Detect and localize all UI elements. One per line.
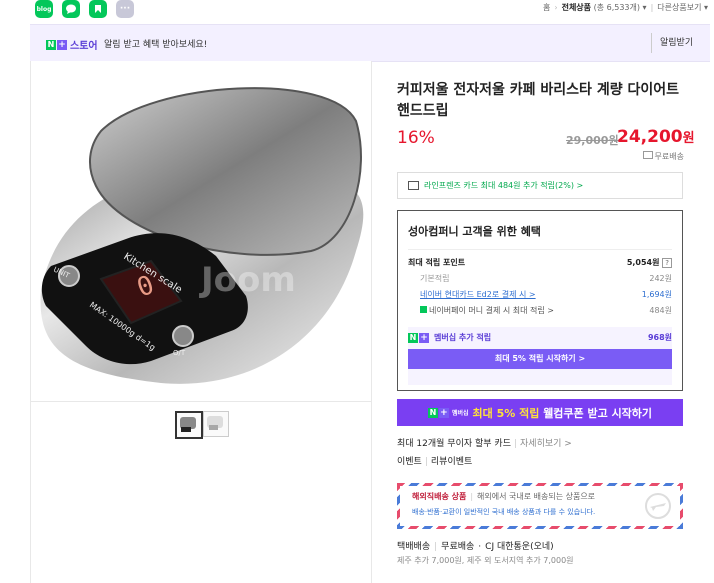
membership-badge: 멤버십 bbox=[451, 410, 469, 417]
points-row-value: 1,694원 bbox=[641, 290, 672, 299]
thumbnail-2[interactable] bbox=[203, 411, 229, 437]
blog-share-icon[interactable]: blog bbox=[35, 0, 53, 18]
delivery-carrier: CJ 대한통운(오네) bbox=[485, 542, 554, 552]
product-title: 커피저울 전자저울 카페 바리스타 계량 다이어트 핸드드립 bbox=[397, 82, 679, 119]
npay-icon bbox=[420, 306, 427, 313]
notify-message: 알림 받고 혜택 받아보세요! bbox=[104, 40, 208, 50]
n-logo-icon: N bbox=[46, 39, 56, 50]
benefit-divider bbox=[408, 249, 672, 250]
plus-logo-icon: + bbox=[438, 407, 449, 418]
benefit-header: 성아컴퍼니 고객을 위한 혜택 bbox=[408, 225, 541, 238]
overseas-shipping-notice: 해외직배송 상품 | 해외에서 국내로 배송되는 상품으로 배송·반품·교환이 일반… bbox=[397, 483, 683, 529]
n-logo-icon: N bbox=[427, 407, 438, 418]
membership-row: N + 멤버십 추가 적립 968원 bbox=[408, 332, 672, 343]
points-row-link[interactable]: 네이버 현대카드 Ed2로 결제 시 > bbox=[408, 289, 536, 300]
product-main-image[interactable]: 0 Kitchen scale MAX: 10000g d=1g UNIT O/… bbox=[30, 61, 372, 401]
original-price: 29,000원 bbox=[566, 134, 619, 147]
shipping-label: 무료배송 bbox=[654, 152, 684, 161]
pay-money-row-label[interactable]: 네이버페이 머니 결제 시 최대 적립 > bbox=[408, 305, 554, 316]
thumbnail-strip bbox=[30, 401, 372, 447]
top-bar: blog ··· 홈 › 전체상품 (총 6,533개) ▾ | 다른상품보기 ▾ bbox=[0, 0, 714, 22]
card-icon bbox=[408, 181, 419, 190]
overseas-text-1: 해외에서 국내로 배송되는 상품으로 bbox=[477, 492, 596, 501]
points-row[interactable]: 네이버페이 머니 결제 시 최대 적립 > 484원 bbox=[408, 305, 672, 316]
delivery-extra: 제주 추가 7,000원, 제주 외 도서지역 추가 7,000원 bbox=[397, 556, 574, 565]
store-logo-text: 스토어 bbox=[70, 41, 98, 52]
more-label: ··· bbox=[119, 4, 131, 14]
n-logo-icon: N bbox=[408, 332, 418, 343]
talk-share-icon[interactable] bbox=[62, 0, 80, 18]
plus-logo-icon: + bbox=[419, 332, 429, 343]
tare-button-icon bbox=[172, 325, 194, 347]
scale-thumbnail-icon bbox=[180, 417, 196, 432]
image-watermark: Joom bbox=[199, 260, 296, 300]
other-products-link[interactable]: 다른상품보기 bbox=[657, 3, 701, 12]
overseas-line-2: 배송·반품·교환이 일반적인 국내 배송 상품과 다를 수 있습니다. bbox=[412, 508, 596, 516]
card-benefit-link[interactable]: 라인프렌즈 카드 최대 484원 추가 적립(2%) > bbox=[397, 172, 683, 199]
more-share-icon[interactable]: ··· bbox=[116, 0, 134, 18]
delivery-type: 택배배송 bbox=[397, 542, 431, 552]
naver-plus-store-logo: N + 스토어 bbox=[46, 37, 98, 52]
membership-join-banner[interactable]: N + 멤버십 최대 5% 적립 웰컴쿠폰 받고 시작하기 bbox=[397, 399, 683, 426]
delivery-row: 택배배송 | 무료배송 · CJ 대한통운(오네) bbox=[397, 542, 554, 552]
installment-row: 최대 12개월 무이자 할부 카드 | 자세히보기 > bbox=[397, 439, 572, 449]
breadcrumb-home[interactable]: 홈 bbox=[543, 3, 550, 12]
plus-logo-icon: + bbox=[57, 39, 67, 50]
notify-subscribe-button[interactable]: 알림받기 bbox=[651, 33, 710, 53]
max-points-row: 최대 적립 포인트 5,054원 ? bbox=[408, 257, 672, 268]
store-notify-banner: N + 스토어 알림 받고 혜택 받아보세요! 알림받기 bbox=[30, 24, 710, 62]
band-share-icon[interactable] bbox=[89, 0, 107, 18]
membership-value: 968원 bbox=[647, 333, 672, 342]
event-link[interactable]: 이벤트 bbox=[397, 457, 422, 467]
overseas-label: 해외직배송 상품 bbox=[412, 492, 467, 501]
sale-price-unit: 원 bbox=[682, 131, 695, 146]
breadcrumb-category[interactable]: 전체상품 bbox=[562, 3, 591, 12]
customer-benefit-box: 성아컴퍼니 고객을 위한 혜택 최대 적립 포인트 5,054원 ? 기본적립 … bbox=[397, 210, 683, 391]
blog-share-label: blog bbox=[36, 5, 52, 13]
join-highlight: 최대 5% 적립 bbox=[472, 406, 540, 420]
membership-start-button[interactable]: 최대 5% 적립 시작하기 > bbox=[408, 349, 672, 369]
help-icon[interactable]: ? bbox=[662, 258, 672, 268]
airplane-stamp-icon bbox=[645, 493, 671, 519]
thumbnail-1[interactable] bbox=[175, 411, 203, 439]
pay-money-text: 네이버페이 머니 결제 시 최대 적립 > bbox=[429, 306, 554, 315]
delivery-fee: 무료배송 bbox=[441, 542, 475, 552]
card-benefit-text: 라인프렌즈 카드 최대 484원 추가 적립(2%) > bbox=[424, 181, 584, 190]
overseas-line-1: 해외직배송 상품 | 해외에서 국내로 배송되는 상품으로 bbox=[412, 492, 596, 501]
sale-price: 24,200원 bbox=[617, 127, 695, 147]
events-row: 이벤트 | 리뷰이벤트 bbox=[397, 457, 473, 467]
kitchen-scale-image: 0 Kitchen scale MAX: 10000g d=1g UNIT O/… bbox=[40, 87, 364, 384]
points-row: 기본적립 242원 bbox=[408, 273, 672, 284]
installment-text: 최대 12개월 무이자 할부 카드 bbox=[397, 439, 511, 449]
breadcrumb: 홈 › 전체상품 (총 6,533개) ▾ | 다른상품보기 ▾ bbox=[543, 3, 708, 12]
membership-label: 멤버십 추가 적립 bbox=[434, 333, 492, 342]
points-row-value: 484원 bbox=[649, 306, 672, 315]
band-icon bbox=[95, 5, 101, 13]
left-column-spacer bbox=[30, 446, 372, 583]
breadcrumb-count: (총 6,533개) bbox=[593, 3, 640, 12]
review-event-link[interactable]: 리뷰이벤트 bbox=[431, 457, 472, 467]
scale-thumbnail-icon bbox=[207, 416, 223, 430]
tare-label: O/T bbox=[173, 349, 186, 357]
join-text: 웰컴쿠폰 받고 시작하기 bbox=[543, 406, 653, 420]
chat-bubble-icon bbox=[66, 4, 76, 14]
installment-detail-link[interactable]: 자세히보기 > bbox=[520, 439, 572, 449]
discount-rate: 16% bbox=[397, 128, 435, 148]
max-points-value: 5,054원 bbox=[626, 258, 660, 267]
max-points-label: 최대 적립 포인트 bbox=[408, 258, 466, 267]
shipping-info: 무료배송 bbox=[642, 151, 684, 162]
sale-price-value: 24,200 bbox=[617, 127, 683, 147]
points-row-value: 242원 bbox=[649, 274, 672, 283]
points-row[interactable]: 네이버 현대카드 Ed2로 결제 시 > 1,694원 bbox=[408, 289, 672, 300]
points-row-label: 기본적립 bbox=[420, 274, 450, 283]
truck-icon bbox=[642, 151, 653, 159]
